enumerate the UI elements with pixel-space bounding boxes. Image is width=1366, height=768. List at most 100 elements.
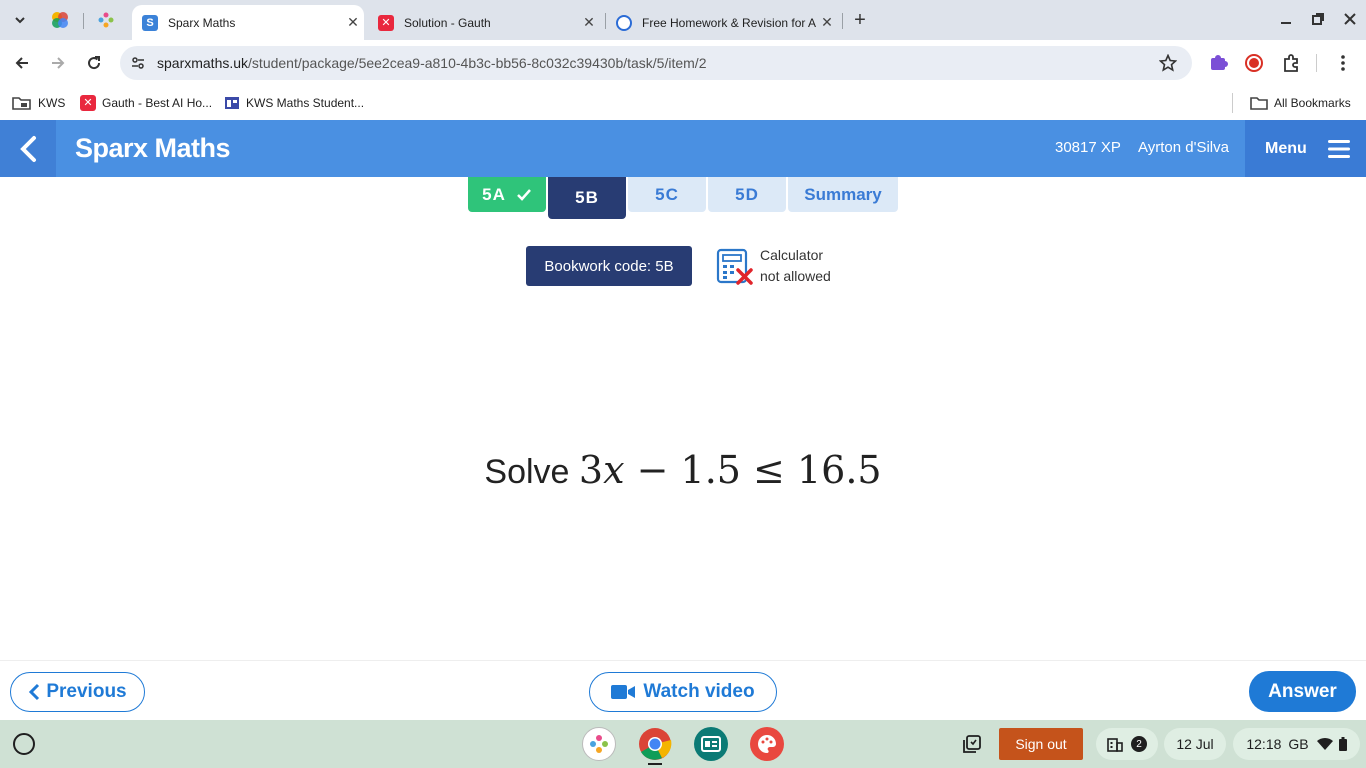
task-tab-5d[interactable]: 5D <box>708 177 786 212</box>
forward-button[interactable] <box>45 50 71 76</box>
arrow-right-icon <box>52 57 65 69</box>
math-leq-sign: ≤ <box>753 448 785 492</box>
task-tab-label: 5A <box>482 184 506 204</box>
browser-toolbar: sparxmaths.uk/student/package/5ee2cea9-a… <box>0 40 1366 86</box>
all-bookmarks[interactable]: All Bookmarks <box>1250 93 1351 113</box>
launcher-icon[interactable] <box>13 733 35 755</box>
tab-gauth[interactable]: ✕ Solution - Gauth ✕ <box>368 5 600 40</box>
minimize-button[interactable] <box>1273 8 1299 30</box>
new-tab-button[interactable]: + <box>850 9 870 31</box>
sparx-favicon-icon: S <box>142 14 158 31</box>
time-label: 12:18 <box>1246 736 1282 752</box>
browser-tab-strip: S Sparx Maths ✕ ✕ Solution - Gauth ✕ Fre… <box>0 0 1366 40</box>
previous-button[interactable]: Previous <box>10 672 145 712</box>
xp-counter: 30817 XP <box>1055 139 1121 156</box>
brand-title: Sparx Maths <box>75 133 231 163</box>
app-people-icon[interactable] <box>582 727 616 761</box>
sparx-header: Sparx Maths 30817 XP Ayrton d'Silva Menu <box>0 120 1366 177</box>
people-logo-icon <box>98 12 114 28</box>
previous-label: Previous <box>46 681 127 702</box>
address-bar[interactable]: sparxmaths.uk/student/package/5ee2cea9-a… <box>120 46 1192 80</box>
chevron-left-icon <box>29 683 40 701</box>
record-icon[interactable] <box>1245 54 1263 77</box>
arrow-left-icon <box>15 57 28 69</box>
chevron-down-icon <box>15 17 25 24</box>
folder-icon <box>1250 95 1268 111</box>
close-tab-icon[interactable]: ✕ <box>342 14 364 31</box>
url-path: /student/package/5ee2cea9-a810-4b3c-bb56… <box>248 55 707 71</box>
date-tray[interactable]: 12 Jul <box>1164 728 1226 760</box>
task-tab-5a[interactable]: 5A <box>468 177 546 212</box>
question-prefix: Solve <box>484 453 570 491</box>
video-camera-icon <box>611 685 636 699</box>
notification-tray[interactable]: 2 <box>1096 728 1158 760</box>
task-tab-summary[interactable]: Summary <box>788 177 898 212</box>
site-info-icon[interactable] <box>130 55 146 76</box>
status-tray[interactable]: 12:18 GB <box>1233 728 1360 760</box>
bottom-action-bar: Previous Watch video Answer <box>0 660 1366 720</box>
restore-icon <box>1312 13 1324 25</box>
classroom-icon <box>224 95 240 111</box>
close-window-button[interactable] <box>1337 8 1363 30</box>
task-tab-label: 5B <box>575 188 599 207</box>
bookmark-gauth[interactable]: ✕ Gauth - Best AI Ho... <box>80 93 212 113</box>
bookmark-label: KWS <box>38 96 66 110</box>
menu-button[interactable]: Menu <box>1245 120 1366 177</box>
close-icon <box>1344 13 1356 25</box>
active-app-indicator <box>648 763 662 765</box>
url-host: sparxmaths.uk <box>157 55 249 71</box>
calculator-not-allowed-icon <box>716 248 753 285</box>
user-name: Ayrton d'Silva <box>1138 139 1229 156</box>
back-button[interactable] <box>9 50 35 76</box>
calculator-status: Calculator not allowed <box>760 245 831 287</box>
gauth-favicon-icon: ✕ <box>378 14 394 31</box>
tab-search-dropdown[interactable] <box>10 10 30 30</box>
hamburger-icon <box>1327 139 1350 158</box>
answer-button[interactable]: Answer <box>1249 671 1356 712</box>
calculator-line1: Calculator <box>760 247 824 263</box>
folder-shortcut-icon <box>12 95 32 111</box>
task-tab-label: 5C <box>655 184 679 204</box>
app-palette-icon[interactable] <box>750 727 784 761</box>
tab-homework[interactable]: Free Homework & Revision for A ✕ <box>606 5 838 40</box>
math-variable: x <box>603 448 625 492</box>
more-vert-icon[interactable] <box>1336 53 1350 78</box>
reload-button[interactable] <box>81 50 107 76</box>
colorful-app-icon <box>52 12 68 28</box>
header-back-button[interactable] <box>0 120 56 177</box>
tab-sparx-maths[interactable]: S Sparx Maths ✕ <box>132 5 364 40</box>
pinned-tab-2[interactable] <box>96 10 116 30</box>
question-text: Solve 3x − 1.5 ≤ 16.5 <box>0 448 1366 492</box>
task-tab-5b[interactable]: 5B <box>548 177 626 219</box>
system-shelf <box>0 720 1366 768</box>
sign-out-button[interactable]: Sign out <box>999 728 1083 760</box>
task-tab-label: Summary <box>804 184 882 204</box>
bookmark-label: KWS Maths Student... <box>246 96 365 110</box>
screen-capture-icon[interactable] <box>958 728 986 760</box>
tab-title: Free Homework & Revision for A <box>642 15 816 30</box>
tab-title: Sparx Maths <box>168 15 236 30</box>
chrome-icon[interactable] <box>638 727 672 761</box>
gauth-icon: ✕ <box>80 95 96 111</box>
watch-video-button[interactable]: Watch video <box>589 672 777 712</box>
extensions-icon[interactable] <box>1281 53 1301 78</box>
bookmark-label: Gauth - Best AI Ho... <box>102 96 213 110</box>
restore-button[interactable] <box>1305 8 1331 30</box>
calculator-line2: not allowed <box>760 268 831 284</box>
url-text: sparxmaths.uk/student/package/5ee2cea9-a… <box>157 55 707 71</box>
pinned-tab-1[interactable] <box>50 10 70 30</box>
bookmark-star-icon[interactable] <box>1158 53 1178 77</box>
close-tab-icon[interactable]: ✕ <box>578 14 600 31</box>
check-icon <box>516 188 531 201</box>
bookmark-kws[interactable]: KWS <box>12 93 65 113</box>
bookmark-label: All Bookmarks <box>1274 96 1351 110</box>
locale-label: GB <box>1288 736 1309 752</box>
building-icon <box>1107 738 1123 752</box>
extension-puzzle-icon[interactable] <box>1209 53 1229 78</box>
bookmark-kws-maths[interactable]: KWS Maths Student... <box>224 93 364 113</box>
task-tab-5c[interactable]: 5C <box>628 177 706 212</box>
close-tab-icon[interactable]: ✕ <box>816 14 838 31</box>
app-board-icon[interactable] <box>694 727 728 761</box>
wifi-icon <box>1316 737 1333 750</box>
globe-favicon-icon <box>616 14 632 31</box>
